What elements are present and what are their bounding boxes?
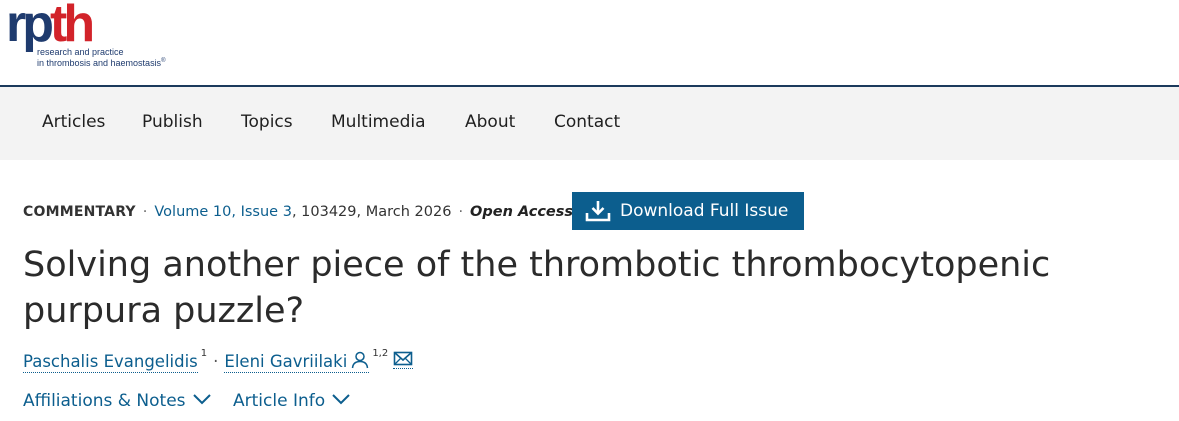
logo-wordmark: rpth	[6, 0, 95, 54]
mail-icon[interactable]	[393, 350, 414, 369]
journal-logo[interactable]: rpth research and practice in thrombosis…	[6, 0, 196, 72]
article-info-label: Article Info	[233, 391, 326, 411]
open-access-label: Open Access	[470, 204, 574, 220]
article-info-toggle[interactable]: Article Info	[233, 391, 351, 411]
affiliations-notes-toggle[interactable]: Affiliations & Notes	[23, 391, 212, 411]
chevron-down-icon	[192, 394, 211, 405]
download-button-label: Download Full Issue	[620, 201, 789, 221]
chevron-down-icon	[332, 394, 350, 405]
author-link-gavriilaki[interactable]: Eleni Gavriilaki	[224, 351, 370, 373]
volume-issue-link[interactable]: Volume 10, Issue 3	[154, 204, 292, 220]
logo-wordmark-rp: rp	[6, 0, 54, 53]
article-type: COMMENTARY	[23, 204, 136, 220]
site-header: rpth research and practice in thrombosis…	[0, 0, 1179, 85]
article-number-date: , 103429, March 2026	[291, 204, 452, 220]
article-meta: COMMENTARY · Volume 10, Issue 3, 103429, M…	[23, 204, 573, 220]
author-link-evangelidis[interactable]: Paschalis Evangelidis	[23, 352, 198, 373]
author-separator: ·	[213, 352, 219, 371]
author-affiliation-marker: 1	[200, 348, 208, 359]
download-full-issue-button[interactable]: Download Full Issue	[572, 192, 804, 230]
person-icon	[352, 351, 369, 369]
logo-wordmark-th: th	[50, 0, 95, 53]
affiliations-notes-label: Affiliations & Notes	[23, 391, 186, 411]
nav-item-multimedia[interactable]: Multimedia	[331, 112, 426, 132]
author-list: Paschalis Evangelidis 1 · Eleni Gavriilaki …	[23, 348, 414, 373]
author-affiliation-marker: 1,2	[372, 348, 389, 359]
logo-tagline: research and practice in thrombosis and …	[37, 48, 165, 68]
nav-item-contact[interactable]: Contact	[554, 112, 620, 132]
nav-item-publish[interactable]: Publish	[142, 112, 203, 132]
nav-item-about[interactable]: About	[465, 112, 515, 132]
meta-separator: ·	[142, 204, 148, 220]
download-icon	[585, 201, 611, 222]
article-title: Solving another piece of the thrombotic …	[23, 245, 1051, 331]
nav-item-topics[interactable]: Topics	[241, 112, 293, 132]
nav-item-articles[interactable]: Articles	[42, 112, 105, 132]
author-name-gavriilaki: Eleni Gavriilaki	[224, 352, 348, 371]
main-nav: Articles Publish Topics Multimedia About…	[0, 87, 1179, 160]
logo-tagline-line1: research and practice	[37, 47, 124, 57]
logo-tagline-line2: in thrombosis and haemostasis®	[37, 58, 166, 68]
meta-separator: ·	[458, 204, 464, 220]
